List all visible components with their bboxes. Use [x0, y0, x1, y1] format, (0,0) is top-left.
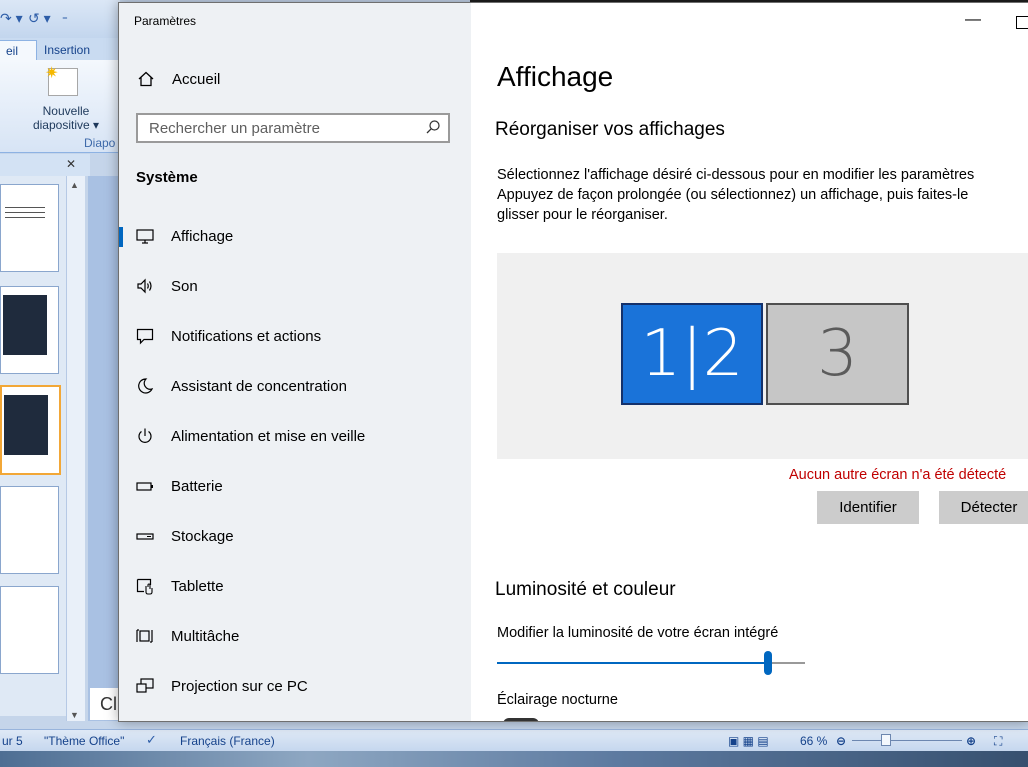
search-box: [136, 113, 450, 143]
description-line: glisser pour le réorganiser.: [497, 207, 668, 223]
slide-thumbnail-selected[interactable]: [0, 385, 61, 475]
ribbon-tabs: eil Insertion: [0, 38, 120, 61]
brightness-slider[interactable]: [497, 662, 805, 664]
nav-item-notifications[interactable]: Notifications et actions: [119, 315, 471, 359]
brightness-slider-fill: [497, 662, 769, 664]
thumbnail-scrollbar[interactable]: [66, 176, 85, 721]
slide-thumbnails: [0, 176, 66, 716]
scroll-up-icon[interactable]: ▲: [70, 180, 79, 190]
night-light-label: Éclairage nocturne: [497, 692, 618, 708]
nav-home[interactable]: Accueil: [119, 63, 471, 99]
fit-window-icon[interactable]: ⛶: [994, 734, 1002, 749]
no-screen-detected-message: Aucun autre écran n'a été détecté: [789, 467, 1007, 483]
settings-nav: Paramètres Accueil Système Affichage Son…: [119, 3, 471, 721]
search-icon[interactable]: [425, 119, 441, 135]
minimize-icon[interactable]: —: [965, 11, 981, 29]
nav-item-affichage[interactable]: Affichage: [119, 215, 471, 259]
scroll-down-icon[interactable]: ▼: [70, 710, 79, 720]
customize-icon[interactable]: ₌: [62, 10, 68, 23]
nav-item-multitask[interactable]: Multitâche: [119, 615, 471, 659]
slide-editor: [88, 176, 120, 721]
zoom-out-icon[interactable]: ⊖: [836, 734, 846, 748]
page-title: Affichage: [497, 61, 614, 92]
nav-item-projection[interactable]: Projection sur ce PC: [119, 665, 471, 709]
slide-thumbnail[interactable]: [0, 184, 59, 272]
new-slide-icon[interactable]: [45, 63, 78, 96]
nav-item-label: Tablette: [171, 578, 224, 595]
close-icon[interactable]: ✕: [66, 157, 76, 171]
night-light-toggle[interactable]: [503, 718, 539, 721]
redo-icon[interactable]: ↷ ▾: [0, 10, 23, 27]
monitor-3[interactable]: 3: [766, 303, 909, 405]
new-slide-button[interactable]: Nouvelle diapositive ▾: [26, 104, 106, 132]
identify-button[interactable]: Identifier: [817, 491, 919, 524]
undo-icon[interactable]: ↺ ▾: [28, 10, 51, 27]
detect-button[interactable]: Détecter: [939, 491, 1028, 524]
nav-item-label: Alimentation et mise en veille: [171, 428, 366, 445]
nav-item-label: Son: [171, 278, 198, 295]
nav-item-battery[interactable]: Batterie: [119, 465, 471, 509]
battery-icon: [136, 482, 153, 491]
brightness-label: Modifier la luminosité de votre écran in…: [497, 625, 779, 641]
search-input[interactable]: [138, 115, 429, 141]
status-slide: ur 5: [2, 734, 23, 748]
zoom-slider-thumb[interactable]: [881, 734, 891, 746]
nav-item-label: Stockage: [171, 528, 234, 545]
notes-text: Cl: [100, 694, 117, 714]
slide-thumbnail[interactable]: [0, 586, 59, 674]
group-label: Diapo: [84, 136, 116, 150]
tab-home[interactable]: eil: [0, 40, 37, 61]
brightness-slider-thumb[interactable]: [764, 651, 773, 675]
nav-item-label: Notifications et actions: [171, 328, 322, 345]
power-icon: [138, 428, 152, 443]
nav-item-storage[interactable]: Stockage: [119, 515, 471, 559]
nav-item-son[interactable]: Son: [119, 265, 471, 309]
maximize-icon[interactable]: [1016, 16, 1028, 29]
view-buttons-icon[interactable]: ▣ ▦ ▤: [728, 734, 769, 748]
status-theme: "Thème Office": [44, 734, 125, 748]
display-arrangement-canvas: 1|2 3: [497, 253, 1028, 459]
desktop-strip: [0, 751, 1028, 767]
storage-icon: [136, 533, 154, 540]
zoom-slider[interactable]: [852, 740, 962, 741]
app-title: Paramètres: [134, 14, 197, 28]
section-title-brightness: Luminosité et couleur: [495, 579, 676, 600]
zoom-level[interactable]: 66 %: [800, 734, 827, 748]
section-title-arrange: Réorganiser vos affichages: [495, 119, 725, 140]
settings-content: — Affichage Réorganiser vos affichages S…: [471, 3, 1028, 721]
spellcheck-icon[interactable]: ✓: [146, 732, 157, 748]
nav-item-label: Assistant de concentration: [171, 378, 347, 395]
thumbnail-text: [5, 207, 45, 221]
nav-item-tablet[interactable]: Tablette: [119, 565, 471, 609]
ribbon: Nouvelle diapositive ▾ Diapo: [0, 60, 120, 153]
zoom-in-icon[interactable]: ⊕: [966, 734, 976, 748]
nav-item-label: Multitâche: [171, 628, 240, 645]
multitask-icon: [136, 629, 153, 643]
home-icon: [137, 70, 155, 93]
nav-item-focus-assist[interactable]: Assistant de concentration: [119, 365, 471, 409]
monitor-icon: [136, 229, 154, 244]
settings-window: Paramètres Accueil Système Affichage Son…: [118, 2, 1028, 722]
nav-section-title: Système: [136, 169, 198, 186]
nav-item-label: Projection sur ce PC: [171, 678, 308, 695]
nav-item-label: Batterie: [171, 478, 223, 495]
slide-thumbnail[interactable]: [0, 286, 59, 374]
arrange-description: Sélectionnez l'affichage désiré ci-desso…: [497, 165, 1028, 225]
slides-pane-header: ✕: [0, 154, 90, 176]
nav-item-power[interactable]: Alimentation et mise en veille: [119, 415, 471, 459]
tab-insert[interactable]: Insertion: [38, 40, 96, 60]
description-line: Appuyez de façon prolongée (ou sélection…: [497, 187, 969, 203]
tablet-icon: [136, 578, 153, 595]
slide-thumbnail[interactable]: [0, 486, 59, 574]
nav-item-label: Affichage: [171, 228, 234, 245]
speaker-icon: [137, 278, 152, 294]
status-language[interactable]: Français (France): [180, 734, 275, 748]
projection-icon: [136, 678, 154, 693]
monitor-1-2[interactable]: 1|2: [621, 303, 763, 405]
nav-home-label: Accueil: [172, 71, 221, 88]
description-line: Sélectionnez l'affichage désiré ci-desso…: [497, 167, 975, 183]
notification-icon: [136, 328, 154, 345]
quick-access-toolbar: ↷ ▾ ↺ ▾ ₌: [0, 0, 120, 38]
moon-icon: [138, 378, 154, 394]
